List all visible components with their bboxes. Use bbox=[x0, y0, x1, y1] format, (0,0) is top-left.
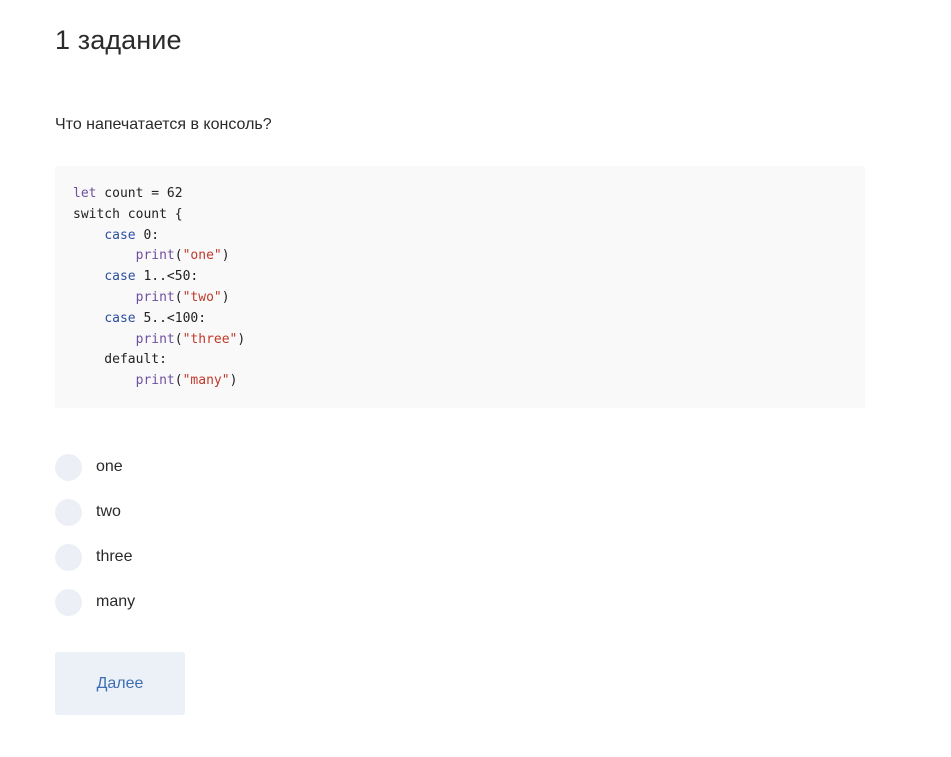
answer-option-three[interactable]: three bbox=[55, 542, 135, 572]
code-token: default: bbox=[73, 352, 167, 368]
answer-option-label: many bbox=[96, 593, 136, 610]
code-token-keyword: let bbox=[73, 186, 97, 201]
code-token-string: "one" bbox=[182, 248, 222, 264]
code-line: print("one") bbox=[73, 246, 847, 267]
answer-option-label: two bbox=[96, 503, 121, 520]
answer-option-two[interactable]: two bbox=[55, 497, 135, 527]
code-token-string: "three" bbox=[182, 331, 238, 347]
code-line: case 5..<100: bbox=[73, 309, 847, 330]
code-token-keyword: case bbox=[104, 227, 136, 243]
code-line: switch count { bbox=[73, 205, 847, 226]
question-text: Что напечатается в консоль? bbox=[55, 116, 272, 133]
code-token: ( bbox=[174, 331, 183, 347]
code-token: switch count { bbox=[73, 206, 183, 222]
code-token-function: print bbox=[135, 248, 175, 264]
radio-button[interactable] bbox=[55, 588, 82, 616]
code-token-keyword: case bbox=[104, 269, 136, 285]
code-token: ( bbox=[174, 289, 183, 305]
code-line: case 1..<50: bbox=[73, 267, 847, 288]
code-token: ) bbox=[237, 331, 246, 347]
code-line: default: bbox=[73, 350, 847, 371]
code-token: 1..<50: bbox=[135, 269, 199, 285]
answer-options: one two three many bbox=[55, 452, 135, 632]
next-button[interactable]: Далее bbox=[55, 652, 185, 715]
code-token: ) bbox=[221, 289, 230, 305]
code-token: ( bbox=[174, 373, 183, 389]
code-token: ) bbox=[221, 248, 230, 264]
code-line: let count = 62 bbox=[73, 184, 847, 205]
code-line: print("three") bbox=[73, 330, 847, 351]
code-token-function: print bbox=[135, 289, 175, 305]
code-token-string: "many" bbox=[182, 373, 230, 389]
code-token-keyword: case bbox=[104, 310, 136, 326]
code-snippet: let count = 62 switch count { case 0: pri… bbox=[73, 184, 847, 392]
radio-button[interactable] bbox=[55, 543, 82, 571]
code-line: print("two") bbox=[73, 288, 847, 309]
code-line: print("many") bbox=[73, 371, 847, 392]
page-title: 1 задание bbox=[55, 25, 182, 55]
radio-button[interactable] bbox=[55, 498, 82, 526]
code-token: count = 62 bbox=[96, 186, 183, 201]
code-line: case 0: bbox=[73, 226, 847, 247]
code-token: ( bbox=[174, 248, 183, 264]
code-token: 0: bbox=[135, 227, 160, 243]
code-token: 5..<100: bbox=[135, 310, 207, 326]
answer-option-many[interactable]: many bbox=[55, 587, 135, 617]
code-token: ) bbox=[229, 373, 238, 389]
answer-option-label: one bbox=[96, 458, 123, 475]
code-token-function: print bbox=[135, 331, 175, 347]
radio-button[interactable] bbox=[55, 453, 82, 481]
answer-option-one[interactable]: one bbox=[55, 452, 135, 482]
code-block: let count = 62 switch count { case 0: pri… bbox=[55, 166, 865, 408]
answer-option-label: three bbox=[96, 548, 133, 565]
code-token-function: print bbox=[135, 373, 175, 389]
code-token-string: "two" bbox=[182, 289, 222, 305]
